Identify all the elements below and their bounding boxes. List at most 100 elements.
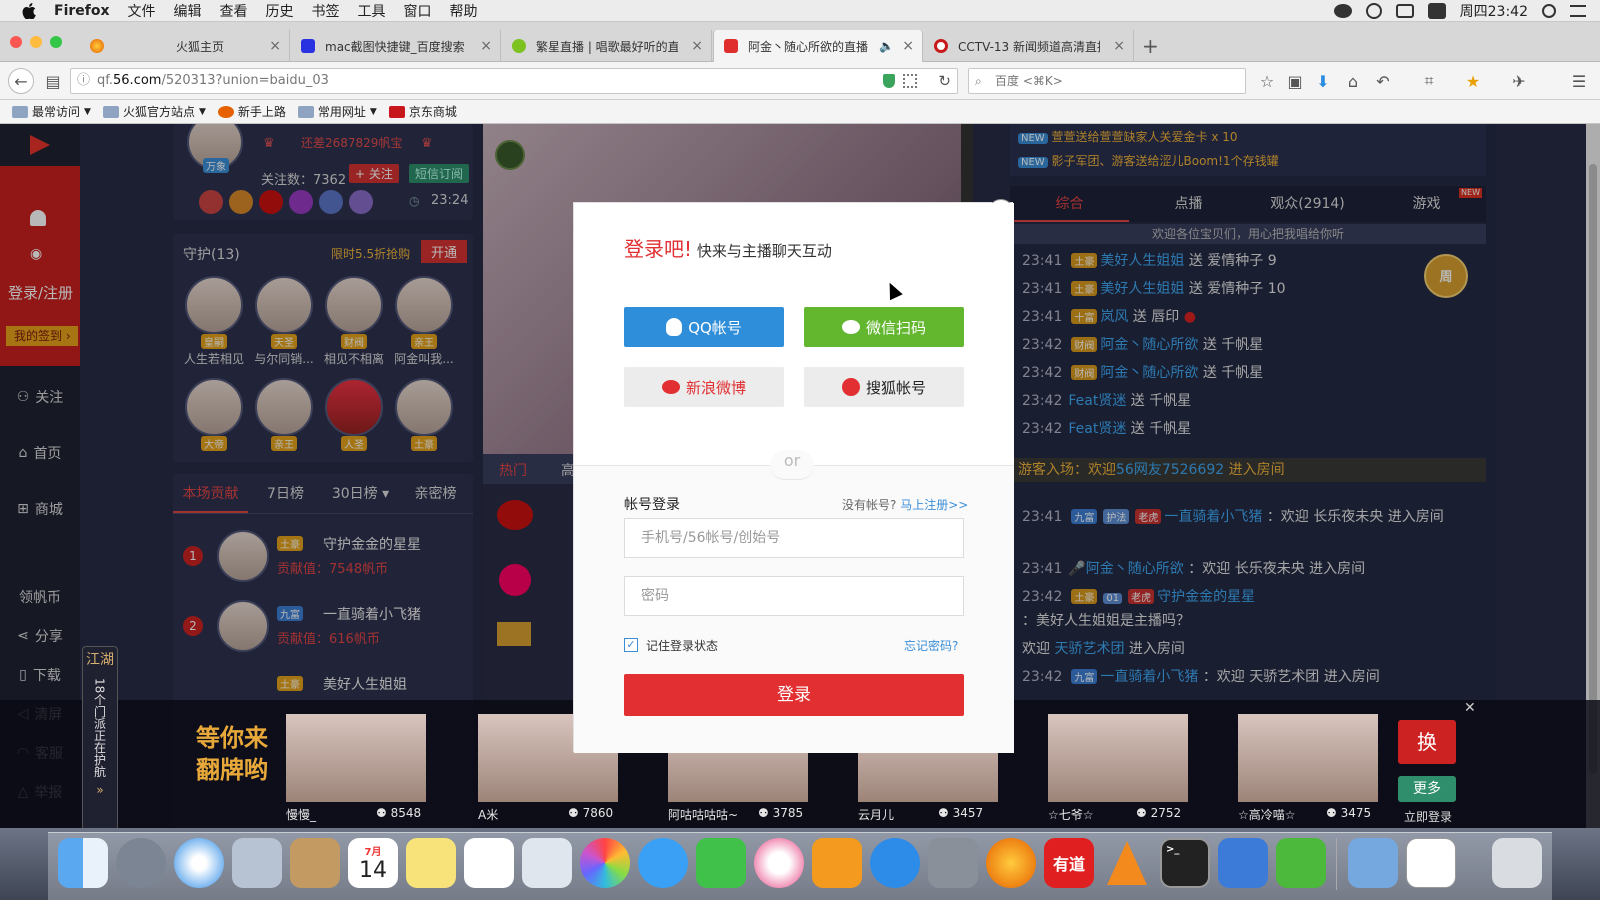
system-preferences-icon[interactable] [928, 838, 978, 888]
wechat-status-icon[interactable] [1333, 4, 1352, 18]
menu-help[interactable]: 帮助 [450, 1, 478, 21]
search-input[interactable]: ⌕ 百度 <⌘K> [968, 68, 1246, 94]
firefox-icon[interactable] [986, 838, 1036, 888]
apple-icon[interactable] [18, 0, 40, 22]
tab-cctv13[interactable]: CCTV-13 新闻频道高清直播 × [924, 30, 1134, 62]
home-icon[interactable]: ⌂ [1340, 68, 1366, 94]
jianghu-title: 江湖 [86, 652, 114, 668]
bookmark-label: 最常访问 [32, 105, 81, 119]
username-input[interactable]: 手机号/56帐号/创始号 [624, 518, 964, 558]
menu-window[interactable]: 窗口 [404, 1, 432, 21]
menu-tools[interactable]: 工具 [358, 1, 386, 21]
menu-bookmarks[interactable]: 书签 [312, 1, 340, 21]
tab-close-icon[interactable]: × [269, 38, 281, 54]
menu-edit[interactable]: 编辑 [174, 1, 202, 21]
info-icon[interactable]: ⓘ [77, 69, 90, 93]
terminal-icon[interactable]: >_ [1160, 838, 1210, 888]
back-button[interactable]: ← [8, 68, 34, 94]
anchor-card[interactable] [1048, 714, 1188, 802]
new-tab-button[interactable]: + [1142, 34, 1159, 58]
notes-icon[interactable] [406, 838, 456, 888]
url-bar[interactable]: ⓘ qf.56.com/520313?union=baidu_03 ↻ [70, 68, 958, 94]
photo-slideshow-icon[interactable] [522, 838, 572, 888]
window-zoom-button[interactable] [50, 36, 62, 48]
login-now-link[interactable]: 立即登录 [1404, 808, 1452, 825]
hamburger-menu-icon[interactable]: ☰ [1566, 68, 1592, 94]
clock[interactable]: 周四23:42 [1460, 1, 1528, 21]
tab-close-icon[interactable]: × [902, 38, 914, 54]
extension-icon[interactable]: ✈ [1506, 68, 1532, 94]
reload-icon[interactable]: ↻ [938, 69, 951, 93]
tab-close-icon[interactable]: × [691, 38, 703, 54]
facetime-icon[interactable] [696, 838, 746, 888]
shield-icon[interactable] [883, 74, 895, 88]
wechat-icon[interactable] [1276, 838, 1326, 888]
bookmark-most-visited[interactable]: 最常访问 ▼ [12, 103, 91, 120]
tab-baidu-search[interactable]: mac截图快捷键_百度搜索 × [291, 30, 501, 62]
calendar-icon[interactable]: 7月 14 [348, 838, 398, 888]
app-menu-firefox[interactable]: Firefox [54, 3, 110, 19]
screenshot-icon[interactable] [1427, 3, 1446, 19]
window-close-button[interactable] [10, 36, 22, 48]
window-minimize-button[interactable] [30, 36, 42, 48]
finder-icon[interactable] [58, 838, 108, 888]
launchpad-icon[interactable] [116, 838, 166, 888]
bookmark-jd[interactable]: 京东商城 [388, 103, 457, 120]
downloads-stack-icon[interactable] [1406, 838, 1456, 888]
trash-icon[interactable] [1492, 838, 1542, 888]
qq-login-button[interactable]: QQ帐号 [624, 307, 784, 347]
tab-ajin-live[interactable]: 阿金丶随心所欲的直播... 🔈 × [713, 30, 923, 62]
wechat-login-button[interactable]: 微信扫码 [804, 307, 964, 347]
forgot-password-link[interactable]: 忘记密码? [904, 637, 958, 654]
itunes-icon[interactable] [754, 838, 804, 888]
contacts-icon[interactable] [290, 838, 340, 888]
tab-firefox-home[interactable]: 火狐主页 × [80, 30, 290, 62]
app-store-icon[interactable] [870, 838, 920, 888]
undo-icon[interactable]: ↶ [1370, 68, 1396, 94]
favorites-star-icon[interactable]: ★ [1460, 68, 1486, 94]
bookmark-firefox-official[interactable]: 火狐官方站点 ▼ [102, 103, 206, 120]
youdao-icon[interactable]: 有道 [1044, 838, 1094, 888]
bookmark-getting-started[interactable]: 新手上路 [217, 103, 286, 120]
airplay-icon[interactable] [1395, 4, 1414, 18]
remember-checkbox[interactable]: ✓ [624, 638, 638, 652]
preview-icon[interactable] [232, 838, 282, 888]
swap-button[interactable]: 换 [1398, 720, 1456, 764]
reading-list-icon[interactable]: ▣ [1282, 68, 1308, 94]
safari-icon[interactable] [174, 838, 224, 888]
folder-icon[interactable] [1348, 838, 1398, 888]
notification-center-icon[interactable] [1570, 5, 1586, 17]
bookmark-common-sites[interactable]: 常用网址 ▼ [297, 103, 377, 120]
sohu-login-button[interactable]: 搜狐帐号 [804, 367, 964, 407]
reader-view-icon[interactable]: ▤ [40, 68, 66, 94]
password-input[interactable]: 密码 [624, 576, 964, 616]
anchor-card[interactable] [1238, 714, 1378, 802]
spotlight-search-icon[interactable] [1542, 4, 1556, 18]
download-icon[interactable]: ⬇ [1310, 68, 1336, 94]
xcode-icon[interactable] [1218, 838, 1268, 888]
messages-icon[interactable] [638, 838, 688, 888]
anchor-card[interactable] [286, 714, 426, 802]
tab-fanxing-live[interactable]: 繁星直播 | 唱歌最好听的直播... × [502, 30, 712, 62]
menu-history[interactable]: 历史 [266, 1, 294, 21]
bookmark-star-icon[interactable]: ☆ [1254, 68, 1280, 94]
ibooks-icon[interactable] [812, 838, 862, 888]
photos-icon[interactable] [580, 838, 630, 888]
tab-close-icon[interactable]: × [1113, 38, 1125, 54]
remember-label[interactable]: 记住登录状态 [646, 637, 718, 654]
jianghu-side-tab[interactable]: 江湖 18个门派正在护航 » [82, 646, 118, 836]
more-button[interactable]: 更多 [1398, 776, 1456, 802]
speaker-icon[interactable]: 🔈 [879, 39, 894, 53]
login-submit-button[interactable]: 登录 [624, 674, 964, 716]
qq-status-icon[interactable] [1365, 3, 1382, 19]
menu-view[interactable]: 查看 [220, 1, 248, 21]
weibo-login-button[interactable]: 新浪微博 [624, 367, 784, 407]
crop-screenshot-icon[interactable]: ⌗ [1416, 68, 1442, 94]
vlc-icon[interactable] [1102, 838, 1152, 888]
close-strip-icon[interactable]: ✕ [1464, 700, 1476, 716]
register-link[interactable]: 马上注册>> [900, 498, 968, 512]
reminders-icon[interactable] [464, 838, 514, 888]
menu-file[interactable]: 文件 [128, 1, 156, 21]
tab-close-icon[interactable]: × [480, 38, 492, 54]
qr-code-icon[interactable] [903, 74, 917, 88]
